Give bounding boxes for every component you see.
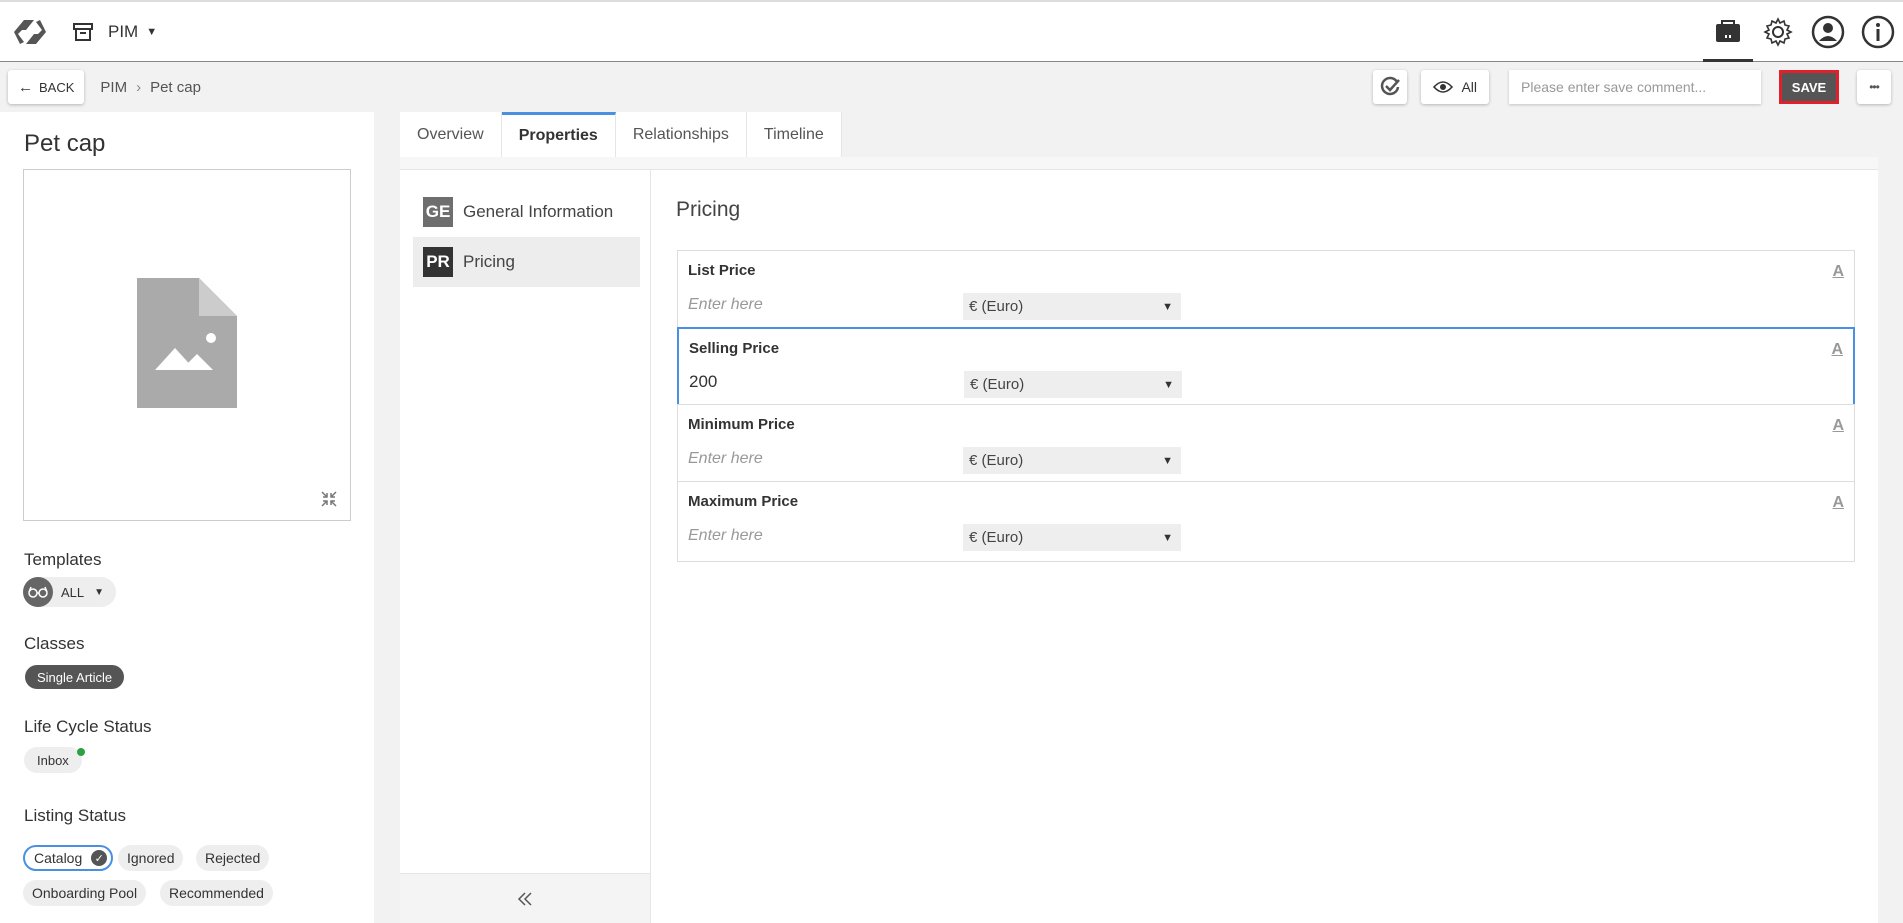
product-summary-panel: Pet cap Templates ALL ▼ Classes Single A… xyxy=(0,112,374,923)
minimum-price-input[interactable] xyxy=(688,443,948,473)
group-name: Pricing xyxy=(463,252,515,271)
font-format-icon[interactable]: A xyxy=(1832,494,1844,512)
tab-timeline[interactable]: Timeline xyxy=(746,112,842,157)
group-abbr: GE xyxy=(423,197,453,227)
field-label: Minimum Price xyxy=(688,416,795,433)
chevron-down-icon: ▼ xyxy=(94,586,105,598)
more-options-button[interactable]: ••• xyxy=(1857,70,1891,104)
collapse-icon xyxy=(321,491,337,507)
lifecycle-label: Life Cycle Status xyxy=(24,717,152,736)
tab-bar: Overview Properties Relationships Timeli… xyxy=(400,112,842,157)
chevron-down-icon: ▼ xyxy=(1162,531,1173,544)
validate-button[interactable] xyxy=(1373,70,1408,104)
font-format-icon[interactable]: A xyxy=(1832,263,1844,281)
field-label: List Price xyxy=(688,262,756,279)
lifecycle-status-chip[interactable]: Inbox xyxy=(24,747,82,773)
tab-properties[interactable]: Properties xyxy=(501,112,616,157)
tab-overview[interactable]: Overview xyxy=(400,112,502,157)
product-image-area[interactable] xyxy=(23,169,351,521)
group-name: General Information xyxy=(463,202,614,221)
content-header-strip xyxy=(400,157,1878,170)
module-switcher[interactable]: PIM ▼ xyxy=(72,21,157,43)
save-button[interactable]: SAVE xyxy=(1779,70,1839,104)
collapse-nav-button[interactable] xyxy=(400,873,650,923)
info-icon[interactable] xyxy=(1853,2,1903,62)
field-label: Selling Price xyxy=(689,340,780,357)
tab-relationships[interactable]: Relationships xyxy=(615,112,747,157)
breadcrumb: PIM › Pet cap xyxy=(100,79,201,96)
breadcrumb-item-pim[interactable]: PIM xyxy=(100,79,127,96)
templates-label: Templates xyxy=(24,550,102,569)
settings-icon[interactable] xyxy=(1753,2,1803,62)
chevron-down-icon: ▼ xyxy=(1162,300,1173,313)
currency-value: € (Euro) xyxy=(969,298,1024,315)
field-maximum-price: Maximum Price € (Euro) ▼ A xyxy=(677,481,1855,562)
maximum-price-input[interactable] xyxy=(688,520,948,550)
field-label: Maximum Price xyxy=(688,493,799,510)
pricing-form: Pricing List Price € (Euro) ▼ A Selling P… xyxy=(652,170,1878,923)
view-filter-button[interactable]: All xyxy=(1421,70,1489,104)
listing-status-onboarding-pool[interactable]: Onboarding Pool xyxy=(23,880,147,906)
arrow-left-icon: ← xyxy=(18,78,33,96)
listing-status-label: Listing Status xyxy=(24,806,127,825)
field-list-price: List Price € (Euro) ▼ A xyxy=(677,250,1855,331)
listing-status-recommended[interactable]: Recommended xyxy=(160,880,273,906)
status-dot xyxy=(77,748,85,756)
group-abbr: PR xyxy=(423,247,453,277)
breadcrumb-item-current: Pet cap xyxy=(150,78,201,96)
chevron-down-icon: ▼ xyxy=(146,25,158,38)
currency-select[interactable]: € (Euro) ▼ xyxy=(963,447,1181,474)
field-selling-price: Selling Price € (Euro) ▼ A xyxy=(677,327,1855,408)
user-icon[interactable] xyxy=(1803,2,1853,62)
currency-value: € (Euro) xyxy=(969,529,1024,546)
group-general-information[interactable]: GE General Information xyxy=(413,187,640,237)
list-price-input[interactable] xyxy=(688,289,948,319)
field-minimum-price: Minimum Price € (Euro) ▼ A xyxy=(677,404,1855,485)
template-selector[interactable]: ALL ▼ xyxy=(23,577,117,607)
logo-icon[interactable] xyxy=(6,8,54,56)
check-icon: ✓ xyxy=(91,850,108,866)
currency-value: € (Euro) xyxy=(969,452,1024,469)
chevron-down-icon: ▼ xyxy=(1162,454,1173,467)
font-format-icon[interactable]: A xyxy=(1832,417,1844,435)
currency-select[interactable]: € (Euro) ▼ xyxy=(963,293,1181,320)
double-chevron-left-icon xyxy=(517,891,532,906)
class-chip[interactable]: Single Article xyxy=(25,665,125,689)
selling-price-input[interactable] xyxy=(689,367,949,397)
currency-select[interactable]: € (Euro) ▼ xyxy=(963,524,1181,551)
eye-icon xyxy=(1433,81,1454,93)
listing-status-label: Catalog xyxy=(34,850,83,866)
listing-status-ignored[interactable]: Ignored xyxy=(118,845,184,871)
product-title: Pet cap xyxy=(24,130,106,157)
product-icon[interactable] xyxy=(1703,2,1753,62)
template-value: ALL xyxy=(61,584,85,600)
image-placeholder-icon xyxy=(137,278,237,408)
attribute-group-nav: GE General Information PR Pricing xyxy=(400,170,651,923)
listing-status-rejected[interactable]: Rejected xyxy=(196,845,270,871)
currency-select[interactable]: € (Euro) ▼ xyxy=(964,371,1182,398)
font-format-icon[interactable]: A xyxy=(1831,341,1843,359)
glasses-icon xyxy=(23,577,53,607)
form-title: Pricing xyxy=(676,198,741,221)
archive-icon xyxy=(72,21,94,43)
chevron-down-icon: ▼ xyxy=(1163,378,1174,391)
more-icon: ••• xyxy=(1869,80,1880,94)
view-filter-label: All xyxy=(1461,79,1477,95)
properties-content: GE General Information PR Pricing Pricin… xyxy=(400,157,1878,923)
toolbar: ← BACK PIM › Pet cap All SAVE ••• xyxy=(0,62,1903,112)
back-label: BACK xyxy=(39,79,75,95)
classes-label: Classes xyxy=(24,634,85,653)
group-pricing[interactable]: PR Pricing xyxy=(413,237,640,287)
back-button[interactable]: ← BACK xyxy=(8,70,85,104)
top-bar: PIM ▼ xyxy=(0,0,1903,62)
breadcrumb-separator: › xyxy=(136,78,142,96)
module-label: PIM xyxy=(108,21,139,41)
check-circle-icon xyxy=(1381,76,1401,96)
listing-status-catalog[interactable]: Catalog ✓ xyxy=(23,845,114,871)
save-comment-input[interactable] xyxy=(1509,70,1761,104)
currency-value: € (Euro) xyxy=(970,376,1025,393)
